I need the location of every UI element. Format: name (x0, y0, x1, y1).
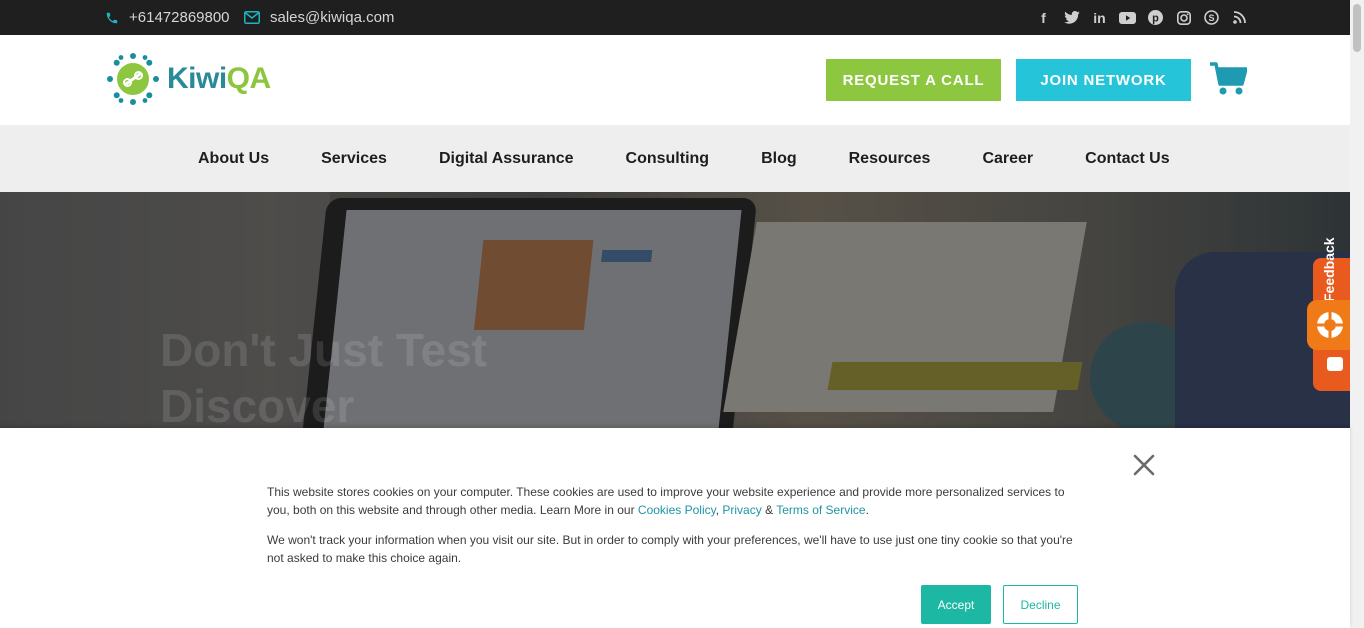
hero-title-line1: Don't Just Test (160, 324, 487, 376)
shopping-cart-icon[interactable] (1209, 61, 1248, 97)
nav-item-career[interactable]: Career (956, 150, 1059, 168)
cookie-text-period: . (865, 503, 869, 517)
join-network-button[interactable]: JOIN NETWORK (1016, 59, 1191, 101)
nav-item-digital-assurance[interactable]: Digital Assurance (413, 150, 600, 168)
social-links: f in p S (1035, 0, 1248, 35)
feedback-smile-icon (1327, 357, 1343, 371)
svg-text:S: S (1208, 13, 1214, 23)
email-link[interactable]: sales@kiwiqa.com (270, 9, 394, 26)
logo-mark-icon (107, 53, 159, 105)
email-contact[interactable]: sales@kiwiqa.com (244, 0, 394, 35)
cookie-separator-amp: & (761, 503, 777, 517)
site-header: KiwiQA REQUEST A CALL JOIN NETWORK (0, 35, 1364, 125)
page: +61472869800 sales@kiwiqa.com f in p S K… (0, 0, 1364, 628)
svg-text:p: p (1152, 13, 1159, 25)
nav-item-resources[interactable]: Resources (823, 150, 957, 168)
cookie-banner: This website stores cookies on your comp… (0, 428, 1350, 628)
phone-icon (105, 11, 119, 25)
phone-link[interactable]: +61472869800 (129, 9, 230, 26)
hero-title-line2: Discover (160, 380, 355, 428)
nav-item-services[interactable]: Services (295, 150, 413, 168)
facebook-icon[interactable]: f (1035, 9, 1052, 26)
cookie-text-secondary: We won't track your information when you… (267, 533, 1073, 565)
nav-item-contact-us[interactable]: Contact Us (1059, 150, 1195, 168)
hero-banner: Don't Just Test Discover (0, 192, 1350, 428)
rss-icon[interactable] (1231, 9, 1248, 26)
accept-cookies-button[interactable]: Accept (921, 585, 991, 624)
nav-item-about-us[interactable]: About Us (172, 150, 295, 168)
close-icon[interactable] (1131, 452, 1157, 478)
instagram-icon[interactable] (1175, 9, 1192, 26)
logo-text-qa: QA (226, 62, 272, 95)
skype-icon[interactable]: S (1203, 9, 1220, 26)
logo-text: KiwiQA (167, 62, 271, 96)
pinterest-icon[interactable]: p (1147, 9, 1164, 26)
help-widget-icon[interactable] (1307, 300, 1353, 350)
page-scrollbar[interactable] (1350, 0, 1364, 628)
logo-text-kiwi: Kiwi (167, 62, 227, 95)
scrollbar-thumb[interactable] (1353, 4, 1361, 52)
privacy-link[interactable]: Privacy (722, 503, 761, 517)
linkedin-icon[interactable]: in (1091, 9, 1108, 26)
twitter-icon[interactable] (1063, 9, 1080, 26)
decline-cookies-button[interactable]: Decline (1003, 585, 1078, 624)
kiwiqa-logo[interactable]: KiwiQA (105, 51, 271, 107)
youtube-icon[interactable] (1119, 9, 1136, 26)
nav-item-consulting[interactable]: Consulting (600, 150, 736, 168)
feedback-label: Feedback (1321, 237, 1337, 302)
nav-item-blog[interactable]: Blog (735, 150, 823, 168)
envelope-icon (244, 11, 260, 24)
top-bar: +61472869800 sales@kiwiqa.com f in p S (0, 0, 1364, 35)
request-a-call-button[interactable]: REQUEST A CALL (826, 59, 1001, 101)
terms-of-service-link[interactable]: Terms of Service (776, 503, 865, 517)
cookies-policy-link[interactable]: Cookies Policy (638, 503, 716, 517)
phone-contact[interactable]: +61472869800 (105, 0, 230, 35)
hero-title: Don't Just Test Discover (160, 322, 660, 428)
main-nav: About Us Services Digital Assurance Cons… (0, 125, 1364, 192)
cookie-text-primary: This website stores cookies on your comp… (267, 483, 1082, 519)
